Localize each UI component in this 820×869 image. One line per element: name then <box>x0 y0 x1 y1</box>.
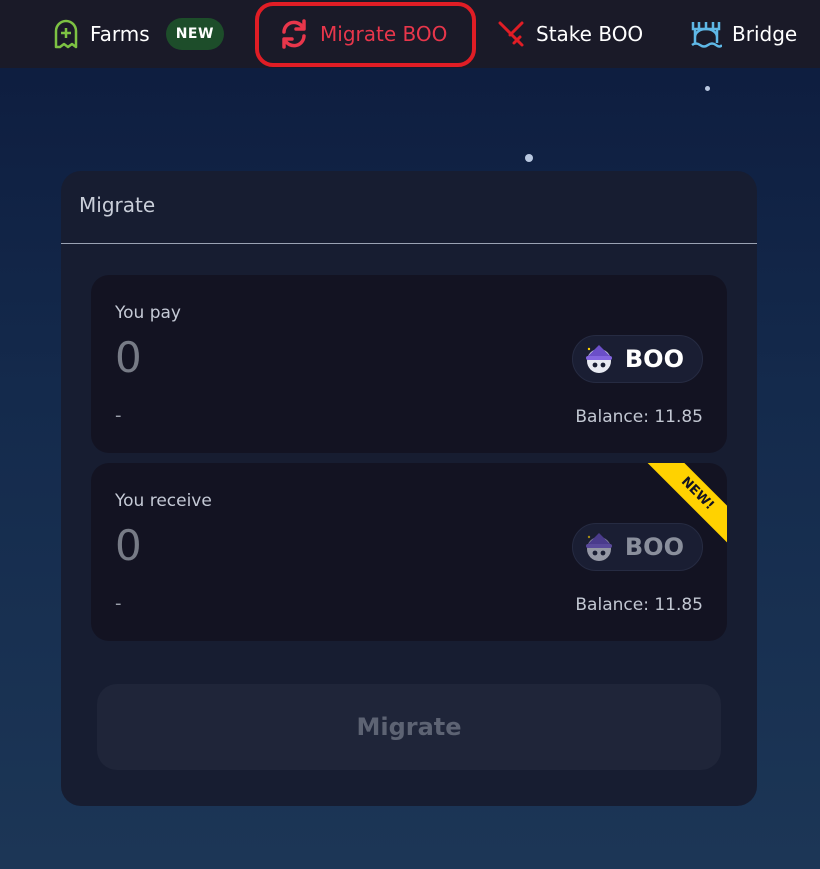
nav-bridge[interactable]: Bridge <box>690 0 797 68</box>
pay-panel: You pay 0 - BOO Balance: 11.85 <box>91 275 727 453</box>
migrate-card: Migrate You pay 0 - BOO Balance: 11.85 Y… <box>61 171 757 806</box>
pay-balance: Balance: 11.85 <box>575 407 703 427</box>
background-star <box>525 154 533 162</box>
nav-farms[interactable]: Farms NEW <box>52 0 224 68</box>
nav-migrate-label: Migrate BOO <box>320 22 448 46</box>
boo-token-icon <box>585 345 612 373</box>
card-header: Migrate <box>61 171 757 244</box>
sword-icon <box>498 21 524 47</box>
migrate-button[interactable]: Migrate <box>97 684 721 770</box>
receive-usd-value: - <box>115 593 122 614</box>
new-ribbon-label: NEW! <box>638 463 727 553</box>
pay-amount-input[interactable]: 0 <box>115 333 142 382</box>
nav-migrate-boo[interactable]: Migrate BOO <box>278 0 447 68</box>
pay-token-selector[interactable]: BOO <box>571 335 703 383</box>
new-ribbon: NEW! <box>635 463 727 555</box>
nav-stake-label: Stake BOO <box>536 22 644 46</box>
background-star <box>705 86 710 91</box>
nav-bridge-label: Bridge <box>732 22 798 46</box>
pay-usd-value: - <box>115 405 122 426</box>
receive-label: You receive <box>115 491 212 511</box>
nav-farms-label: Farms <box>90 22 150 46</box>
receive-panel: You receive 0 - BOO Balance: 11.85 NEW! <box>91 463 727 641</box>
bridge-icon <box>691 22 722 48</box>
receive-balance: Balance: 11.85 <box>575 595 703 615</box>
refresh-icon <box>282 19 306 49</box>
card-title: Migrate <box>79 193 156 217</box>
receive-amount: 0 <box>115 521 142 570</box>
pay-label: You pay <box>115 303 181 323</box>
ghost-plus-icon <box>54 19 78 49</box>
boo-token-icon <box>585 533 612 561</box>
pay-token-symbol: BOO <box>624 345 684 373</box>
truncated-nav-item[interactable]: › <box>0 22 8 43</box>
new-badge: NEW <box>165 18 224 50</box>
nav-stake-boo[interactable]: Stake BOO <box>496 0 643 68</box>
top-navigation: › Farms NEW Migrate BOO Stake BOO <box>0 0 820 68</box>
